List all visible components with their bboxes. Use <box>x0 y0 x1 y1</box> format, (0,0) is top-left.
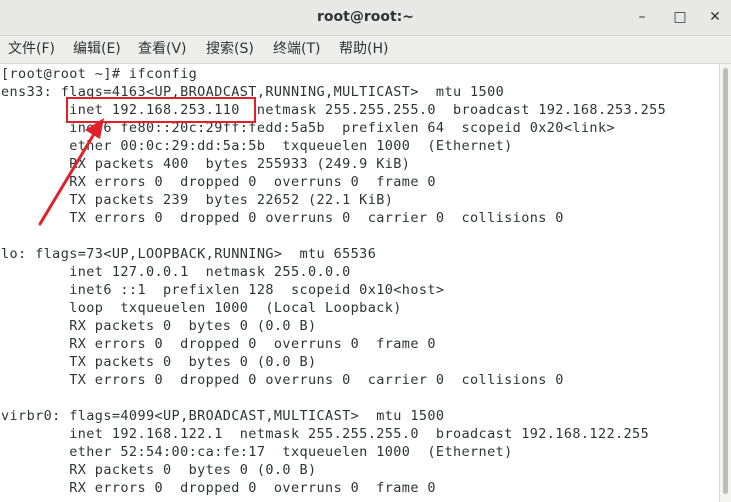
annotation-arrow <box>38 118 104 226</box>
